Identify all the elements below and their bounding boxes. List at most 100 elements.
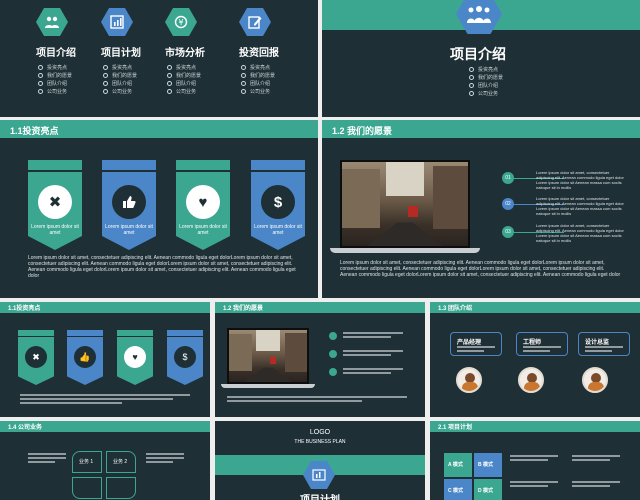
quadrant-label: 业务 1 xyxy=(79,459,94,465)
column-title: 项目介绍 xyxy=(36,48,76,59)
tile-label: D 模式 xyxy=(478,488,494,494)
slide-title: 1.2 我们的愿景 xyxy=(332,126,393,136)
column-title: 项目计划 xyxy=(101,48,141,59)
list-item: 团队介绍 xyxy=(38,80,98,88)
placeholder-text xyxy=(343,350,403,358)
thumbs-up-icon xyxy=(112,185,146,219)
body-paragraph: Lorem ipsum dolor sit amet, consectetuer… xyxy=(28,255,296,279)
role-box: 设计总监 xyxy=(578,332,630,356)
business-quadrant: 业务 1 xyxy=(72,451,102,473)
slide-title: 1.1投资亮点 xyxy=(10,126,59,136)
tile-label: A 模式 xyxy=(448,462,463,468)
body-paragraph: Lorem ipsum dolor sit amet, consectetuer… xyxy=(340,260,621,278)
section-title: 项目介绍 xyxy=(450,46,506,62)
placeholder-text xyxy=(510,455,558,463)
highlight-badge: Lorem ipsum dolor sit amet xyxy=(102,160,156,250)
tile-label: B 模式 xyxy=(478,462,494,468)
title-bar: 1.3 团队介绍 xyxy=(430,302,640,313)
role-title: 工程师 xyxy=(523,340,542,346)
point-text: Lorem ipsum dolor sit amet, consectetuer… xyxy=(536,196,624,216)
business-thumbnail[interactable]: 1.4 公司业务 业务 1 业务 2 xyxy=(0,421,210,500)
heart-icon: ♥ xyxy=(186,185,220,219)
business-quadrant: 业务 2 xyxy=(106,451,136,473)
list-item: 公司业务 xyxy=(167,88,227,96)
laptop-base xyxy=(330,248,480,253)
placeholder-text xyxy=(227,396,407,404)
list-item: 公司业务 xyxy=(38,88,98,96)
dollar-icon: $ xyxy=(261,185,295,219)
highlight-badge: $ Lorem ipsum dolor sit amet xyxy=(251,160,305,250)
list-item: 团队介绍 xyxy=(103,80,163,88)
point-number: 01 xyxy=(502,172,514,184)
quadrant-label: 业务 2 xyxy=(113,459,128,465)
mode-tile: D 模式 xyxy=(474,479,502,500)
plan-section-thumbnail[interactable]: LOGO THE BUSINESS PLAN 项目计划 xyxy=(215,421,425,500)
street-photo xyxy=(229,330,307,382)
badge-caption: Lorem ipsum dolor sit amet xyxy=(31,224,79,236)
highlight-badge: $ xyxy=(167,330,203,385)
plan-thumbnail[interactable]: 2.1 项目计划 A 模式 B 模式 C 模式 D 模式 xyxy=(430,421,640,500)
badge-caption: Lorem ipsum dolor sit amet xyxy=(254,224,302,236)
avatar xyxy=(582,367,608,393)
list-item: 公司业务 xyxy=(103,88,163,96)
title-bar: 1.2 我们的愿景 xyxy=(322,120,640,138)
highlight-badge: ♥ xyxy=(117,330,153,385)
laptop-screen xyxy=(227,328,309,384)
role-title: 设计总监 xyxy=(585,340,610,346)
list-item: 公司业务 xyxy=(469,90,503,98)
team-thumbnail[interactable]: 1.3 团队介绍 产品经理 工程师 设计总监 xyxy=(430,302,640,417)
highlight-badge: ✖ xyxy=(18,330,54,385)
list-item: 公司业务 xyxy=(241,88,301,96)
highlights-slide[interactable]: 1.1投资亮点 ✖ Lorem ipsum dolor sit amet Lor… xyxy=(0,120,318,298)
team-icon xyxy=(36,8,68,36)
vision-slide[interactable]: 1.2 我们的愿景 01 Lorem ipsum dolor sit amet,… xyxy=(322,120,640,298)
agenda-column: 投资回报 投资亮点 我们的愿景 团队介绍 公司业务 xyxy=(239,8,301,96)
highlight-badge: 👍 xyxy=(67,330,103,385)
list-item: 投资亮点 xyxy=(103,64,163,72)
highlights-thumbnail[interactable]: 1.1投资亮点 ✖ 👍 ♥ $ xyxy=(0,302,210,417)
placeholder-text xyxy=(510,481,558,489)
title-bar: 1.4 公司业务 xyxy=(0,421,210,432)
list-item: 团队介绍 xyxy=(167,80,227,88)
role-title: 产品经理 xyxy=(457,340,482,346)
placeholder-text xyxy=(343,368,403,376)
point-marker xyxy=(329,332,337,340)
svg-text:¥: ¥ xyxy=(178,18,183,27)
title-bar: 1.1投资亮点 xyxy=(0,120,318,138)
slide-title: 1.2 我们的愿景 xyxy=(223,306,264,312)
list-item: 我们的愿景 xyxy=(469,74,503,82)
badge-caption: Lorem ipsum dolor sit amet xyxy=(105,224,153,236)
business-quadrant xyxy=(72,477,102,499)
tools-icon: ✖ xyxy=(38,185,72,219)
list-item: 投资亮点 xyxy=(241,64,301,72)
heart-icon: ♥ xyxy=(124,346,146,368)
tile-label: C 模式 xyxy=(448,488,464,494)
list-item: 投资亮点 xyxy=(167,64,227,72)
dollar-icon: $ xyxy=(174,346,196,368)
placeholder-text xyxy=(572,481,620,489)
placeholder-text xyxy=(343,332,403,340)
business-quadrant xyxy=(106,477,136,499)
section-title-slide[interactable]: 项目介绍 投资亮点 我们的愿景 团队介绍 公司业务 xyxy=(322,0,640,117)
vision-thumbnail[interactable]: 1.2 我们的愿景 xyxy=(215,302,425,417)
mode-tile: A 模式 xyxy=(444,453,472,477)
point-marker xyxy=(329,368,337,376)
slide-title: 1.4 公司业务 xyxy=(8,425,43,431)
list-item: 团队介绍 xyxy=(469,82,503,90)
agenda-column: 项目计划 投资亮点 我们的愿景 团队介绍 公司业务 xyxy=(101,8,163,96)
point-text: Lorem ipsum dolor sit amet, consectetuer… xyxy=(536,223,624,243)
logo-text: LOGO xyxy=(309,429,331,436)
laptop-screen xyxy=(340,160,470,248)
avatar xyxy=(518,367,544,393)
section-title: 项目计划 xyxy=(215,491,425,500)
title-bar: 1.2 我们的愿景 xyxy=(215,302,425,313)
edit-icon xyxy=(239,8,271,36)
chart-icon xyxy=(101,8,133,36)
column-title: 市场分析 xyxy=(165,48,205,59)
point-number: 03 xyxy=(502,226,514,238)
street-photo xyxy=(342,162,468,246)
slide-title: 2.1 项目计划 xyxy=(438,425,473,431)
list-item: 我们的愿景 xyxy=(103,72,163,80)
placeholder-text xyxy=(572,455,620,463)
agenda-slide[interactable]: 项目介绍 投资亮点 我们的愿景 团队介绍 公司业务 项目计划 投资亮点 我们的愿… xyxy=(0,0,318,117)
